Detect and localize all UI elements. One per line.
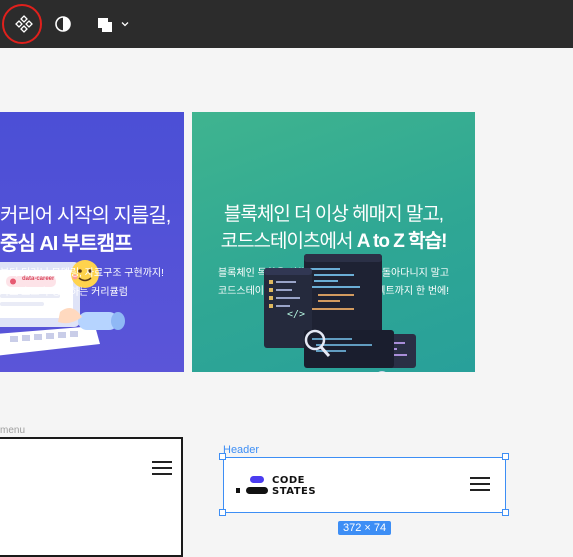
boolean-operation-icon [97, 18, 112, 32]
resize-handle-top-left[interactable] [219, 453, 226, 460]
banner-tag: data-career [22, 276, 55, 282]
design-canvas[interactable]: 커리어 시작의 지름길, 중심 AI 부트캠프 부터 딥러닝 모델링, 자료구조… [0, 48, 573, 557]
annotation-circle [2, 4, 42, 44]
resize-handle-bottom-left[interactable] [219, 509, 226, 516]
chevron-down-icon [121, 22, 128, 27]
hamburger-icon[interactable] [152, 461, 172, 475]
menu-frame[interactable] [0, 437, 183, 557]
svg-text:</>: </> [287, 309, 305, 320]
frame-label-menu[interactable]: menu [0, 425, 25, 436]
logo-text-code: CODE [272, 475, 305, 486]
banner-ai-bootcamp[interactable]: 커리어 시작의 지름길, 중심 AI 부트캠프 부터 딥러닝 모델링, 자료구조… [0, 112, 184, 372]
contrast-icon [55, 16, 71, 32]
toolbar [0, 0, 573, 48]
banner-title-line-2: 중심 AI 부트캠프 [0, 233, 133, 255]
hamburger-icon[interactable] [470, 477, 490, 491]
frame-label-header[interactable]: Header [223, 444, 259, 456]
banner-blockchain[interactable]: 블록체인 더 이상 헤매지 말고, 코드스테이츠에서 A to Z 학습! 블록… [192, 112, 475, 372]
banner-subtitle-line-2: 가로 초고속 성장하는 커리큘럼 [0, 287, 128, 298]
resize-handle-top-right[interactable] [502, 453, 509, 460]
banner-title-line-1: 커리어 시작의 지름길, [0, 205, 171, 227]
logo-text-states: STATES [272, 486, 317, 497]
resize-handle-bottom-right[interactable] [502, 509, 509, 516]
contrast-tool-button[interactable] [50, 0, 76, 48]
code-editor-illustration: </> [264, 254, 416, 372]
boolean-operation-button[interactable] [90, 0, 134, 48]
header-frame[interactable]: CODE STATES [223, 457, 506, 513]
size-badge: 372 × 74 [338, 521, 392, 535]
